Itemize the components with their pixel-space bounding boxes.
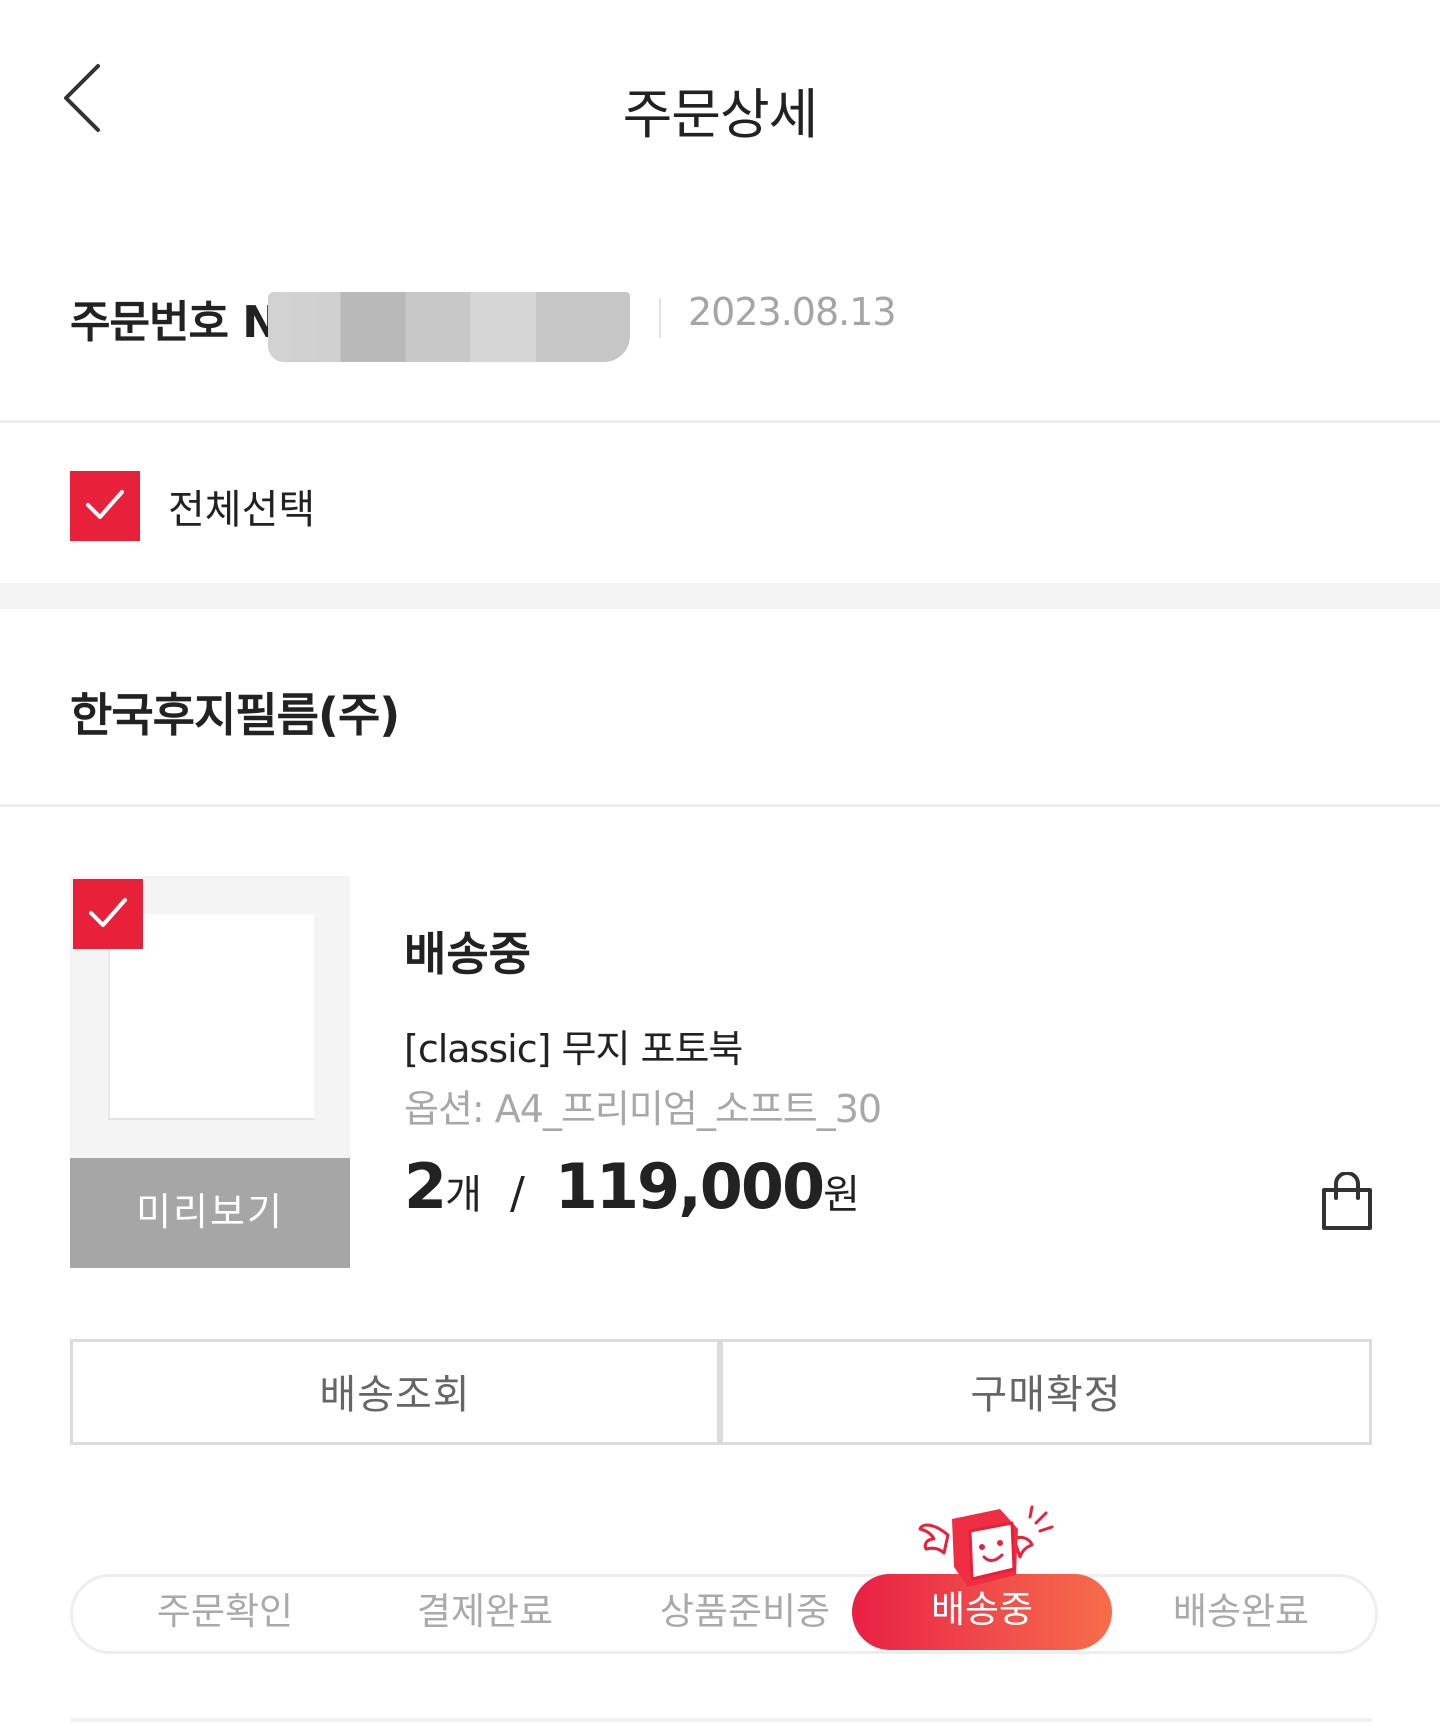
order-number-label: 주문번호 N [70,297,279,348]
step-payment-complete: 결제완료 [416,1590,554,1633]
price: 119,000 [554,1150,825,1223]
step-delivered: 배송완료 [1172,1590,1310,1633]
divider [70,1718,1372,1722]
select-all-label[interactable]: 전체선택 [168,477,315,535]
currency: 원 [823,1172,860,1218]
order-info-row: 주문번호 N 2023.08.13 [0,250,1440,423]
select-all-row: 전체선택 [0,425,1440,586]
select-all-checkbox[interactable] [70,471,140,541]
winged-box-mascot-icon [918,1505,1058,1591]
delivery-status: 배송중 [404,927,531,981]
seller-header: 한국후지필름(주) [0,609,1440,807]
order-number-redaction [268,292,630,362]
seller-name: 한국후지필름(주) [70,688,400,742]
item-checkbox[interactable] [73,879,143,949]
confirm-purchase-button[interactable]: 구매확정 [720,1339,1372,1445]
product-option: 옵션: A4_프리미엄_소프트_30 [404,1087,882,1131]
quantity: 2 [404,1150,447,1223]
top-app-bar: 주문상세 [0,0,1440,210]
checkmark-icon [89,898,127,927]
quantity-price: 2개 / 119,000원 [404,1150,860,1223]
page-title: 주문상세 [622,83,819,146]
separator: / [509,1168,525,1219]
step-preparing: 상품준비중 [659,1590,831,1633]
add-to-cart-button[interactable] [1320,1171,1374,1232]
product-name: [classic] 무지 포토북 [404,1027,743,1071]
step-order-confirmed: 주문확인 [156,1590,294,1633]
shopping-bag-icon [1322,1171,1372,1230]
order-date: 2023.08.13 [688,290,897,334]
checkmark-icon [86,490,124,519]
divider [659,298,661,338]
section-divider [0,583,1440,609]
track-delivery-button[interactable]: 배송조회 [70,1339,720,1445]
quantity-unit: 개 [445,1172,482,1218]
preview-button[interactable]: 미리보기 [70,1158,350,1268]
order-progress-bar: 주문확인 결제완료 상품준비중 배송중 배송완료 [70,1574,1378,1654]
